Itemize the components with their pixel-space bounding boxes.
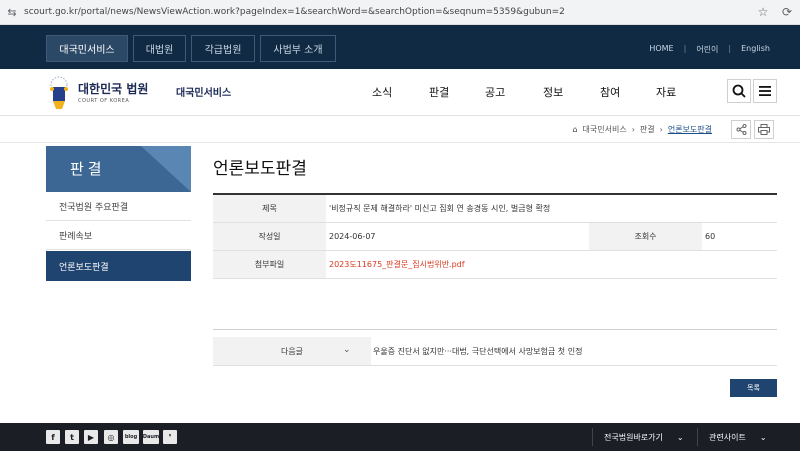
court-logo-icon[interactable] bbox=[44, 75, 74, 111]
tab-judiciary-intro[interactable]: 사법부 소개 bbox=[260, 35, 336, 62]
menu-info[interactable]: 정보 bbox=[543, 84, 563, 100]
chevron-right-icon: › bbox=[631, 125, 635, 134]
title-label: 제목 bbox=[213, 195, 326, 222]
search-button[interactable] bbox=[727, 79, 751, 103]
search-icon bbox=[732, 84, 746, 98]
daum-icon[interactable]: Daum bbox=[143, 430, 159, 444]
kakao-story-icon[interactable]: ❜ bbox=[163, 430, 177, 444]
related-sites-select[interactable]: 관련사이트 ⌄ bbox=[709, 423, 767, 451]
list-button[interactable]: 목록 bbox=[730, 379, 777, 397]
brand-name: 대한민국 법원 bbox=[78, 82, 149, 96]
date-value: 2024-06-07 bbox=[329, 232, 376, 241]
views-label: 조회수 bbox=[589, 223, 702, 250]
site-info-icon[interactable]: ⇆ bbox=[0, 6, 24, 19]
menu-button[interactable] bbox=[753, 79, 777, 103]
breadcrumb-item[interactable]: 판결 bbox=[640, 124, 655, 135]
browser-address-bar: ⇆ scourt.go.kr/portal/news/NewsViewActio… bbox=[0, 0, 800, 25]
sidebar-item-press-judgments[interactable]: 언론보도판결 bbox=[46, 251, 191, 281]
breadcrumb-bar: ⌂ 대국민서비스 › 판결 › 언론보도판결 bbox=[0, 116, 800, 143]
share-icon bbox=[736, 124, 746, 135]
instagram-icon[interactable]: ◎ bbox=[104, 430, 118, 444]
sidebar-header-decoration bbox=[141, 146, 191, 192]
bookmark-star-icon[interactable]: ☆ bbox=[752, 5, 774, 19]
chevron-down-icon: ⌄ bbox=[676, 432, 684, 442]
top-navigation: 대국민서비스 대법원 각급법원 사법부 소개 HOME | 어린이 | Engl… bbox=[0, 25, 800, 69]
breadcrumb: ⌂ 대국민서비스 › 판결 › 언론보도판결 bbox=[572, 124, 712, 135]
home-icon[interactable]: ⌂ bbox=[572, 125, 577, 134]
menu-judgments[interactable]: 판결 bbox=[429, 84, 449, 100]
next-post-row[interactable]: 다음글 ⌄ 우울증 진단서 없지만···대법, 극단선택에서 사망보험금 첫 인… bbox=[213, 337, 777, 366]
facebook-icon[interactable]: f bbox=[46, 430, 60, 444]
kids-link[interactable]: 어린이 bbox=[696, 44, 718, 55]
divider bbox=[592, 428, 593, 446]
home-link[interactable]: HOME bbox=[649, 44, 673, 55]
chevron-down-icon: ⌄ bbox=[343, 345, 351, 355]
brand-english: COURT OF KOREA bbox=[78, 98, 130, 104]
sidebar-item-major-judgments[interactable]: 전국법원 주요판결 bbox=[46, 192, 191, 221]
related-sites-label: 관련사이트 bbox=[709, 432, 746, 442]
share-button[interactable] bbox=[731, 120, 751, 139]
hamburger-icon bbox=[759, 86, 771, 96]
site-header: 대한민국 법원 COURT OF KOREA 대국민서비스 소식 판결 공고 정… bbox=[0, 69, 800, 116]
menu-participation[interactable]: 참여 bbox=[600, 84, 620, 100]
print-button[interactable] bbox=[754, 120, 774, 139]
table-row: 작성일 2024-06-07 조회수 60 bbox=[213, 223, 777, 251]
attachment-link[interactable]: 2023도11675_판결문_집시법위반.pdf bbox=[317, 251, 777, 278]
views-value: 60 bbox=[705, 232, 716, 241]
menu-resources[interactable]: 자료 bbox=[656, 84, 676, 100]
courts-shortcut-select[interactable]: 전국법원바로가기 ⌄ bbox=[604, 423, 684, 451]
brand[interactable]: 대한민국 법원 COURT OF KOREA bbox=[78, 80, 148, 104]
twitter-icon[interactable]: t bbox=[65, 430, 79, 444]
title-value: '비정규직 문제 해결하라' 미신고 집회 연 송경동 시인, 벌금형 확정 bbox=[329, 204, 551, 213]
footer: f t ▶ ◎ blog Daum ❜ 전국법원바로가기 ⌄ 관련사이트 ⌄ bbox=[0, 423, 800, 451]
print-icon bbox=[758, 124, 770, 135]
divider bbox=[697, 428, 698, 446]
brand-subtitle: 대국민서비스 bbox=[176, 88, 232, 99]
sidebar-item-precedent-news[interactable]: 판례속보 bbox=[46, 221, 191, 250]
menu-news[interactable]: 소식 bbox=[372, 84, 392, 100]
english-link[interactable]: English bbox=[741, 44, 770, 55]
tab-supreme-court[interactable]: 대법원 bbox=[133, 35, 186, 62]
chevron-right-icon: › bbox=[659, 125, 663, 134]
courts-shortcut-label: 전국법원바로가기 bbox=[604, 432, 663, 442]
youtube-icon[interactable]: ▶ bbox=[84, 430, 98, 444]
divider: | bbox=[683, 44, 687, 53]
post-nav-divider bbox=[213, 329, 777, 330]
sidebar-header: 판결 bbox=[46, 146, 191, 192]
date-label: 작성일 bbox=[213, 223, 326, 250]
blog-icon[interactable]: blog bbox=[123, 430, 139, 444]
breadcrumb-current[interactable]: 언론보도판결 bbox=[668, 124, 712, 135]
menu-notices[interactable]: 공고 bbox=[485, 84, 505, 100]
next-post-link[interactable]: 우울증 진단서 없지만···대법, 극단선택에서 사망보험금 첫 인정 bbox=[373, 346, 582, 357]
table-row: 제목 '비정규직 문제 해결하라' 미신고 집회 연 송경동 시인, 벌금형 확… bbox=[213, 195, 777, 223]
table-row: 첨부파일 2023도11675_판결문_집시법위반.pdf bbox=[213, 251, 777, 279]
extensions-icon[interactable]: ⟳ bbox=[774, 5, 800, 19]
url-text[interactable]: scourt.go.kr/portal/news/NewsViewAction.… bbox=[24, 7, 752, 17]
chevron-down-icon: ⌄ bbox=[759, 432, 767, 442]
attachment-label: 첨부파일 bbox=[213, 251, 326, 278]
tab-courts[interactable]: 각급법원 bbox=[191, 35, 255, 62]
tab-public-service[interactable]: 대국민서비스 bbox=[46, 35, 128, 62]
breadcrumb-item[interactable]: 대국민서비스 bbox=[583, 124, 627, 135]
divider: | bbox=[728, 44, 732, 53]
page-title: 언론보도판결 bbox=[213, 159, 307, 179]
top-utility-links: HOME | 어린이 | English bbox=[649, 44, 770, 55]
sidebar-title: 판결 bbox=[70, 160, 106, 178]
